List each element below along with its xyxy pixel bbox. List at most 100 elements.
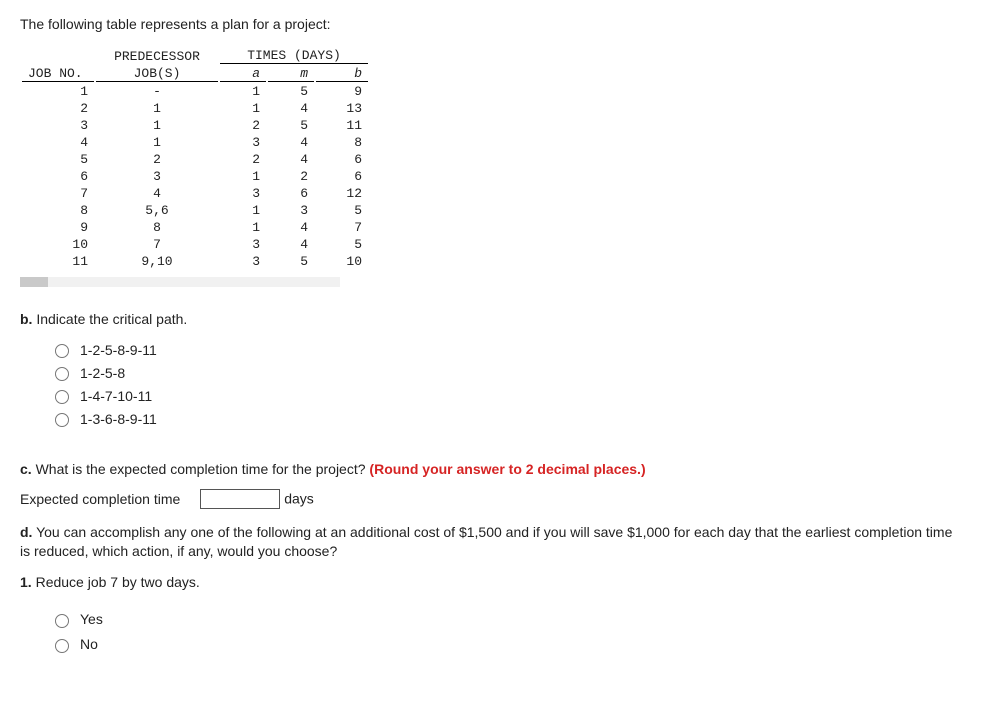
- cell-a: 1: [220, 203, 266, 218]
- part-d-options: Yes No: [50, 610, 964, 654]
- option-no-label: No: [80, 635, 98, 654]
- cell-m: 4: [268, 237, 314, 252]
- cell-pred: 1: [96, 118, 218, 133]
- cell-m: 5: [268, 84, 314, 99]
- cell-job: 9: [22, 220, 94, 235]
- part-d-sub-text: Reduce job 7 by two days.: [32, 574, 200, 590]
- cell-job: 6: [22, 169, 94, 184]
- part-d-sub-label: 1.: [20, 574, 32, 590]
- cell-a: 2: [220, 152, 266, 167]
- table-row: 743612: [22, 186, 368, 201]
- cell-a: 1: [220, 169, 266, 184]
- header-times: TIMES (DAYS): [220, 48, 368, 64]
- cell-job: 5: [22, 152, 94, 167]
- expected-completion-label: Expected completion time: [20, 491, 180, 507]
- part-c: c. What is the expected completion time …: [20, 461, 964, 509]
- cell-pred: 2: [96, 152, 218, 167]
- critical-path-radio[interactable]: [55, 344, 69, 358]
- cell-m: 4: [268, 220, 314, 235]
- cell-pred: 7: [96, 237, 218, 252]
- option-yes-label: Yes: [80, 610, 103, 629]
- header-b: b: [316, 66, 368, 82]
- critical-path-option-label: 1-2-5-8-9-11: [80, 342, 157, 358]
- cell-job: 10: [22, 237, 94, 252]
- option-yes-radio[interactable]: [55, 614, 69, 628]
- cell-a: 3: [220, 254, 266, 269]
- cell-a: 3: [220, 135, 266, 150]
- cell-job: 3: [22, 118, 94, 133]
- option-no-radio[interactable]: [55, 639, 69, 653]
- part-d: d. You can accomplish any one of the fol…: [20, 523, 964, 653]
- cell-m: 4: [268, 152, 314, 167]
- cell-a: 1: [220, 220, 266, 235]
- table-row: 52246: [22, 152, 368, 167]
- critical-path-radio[interactable]: [55, 390, 69, 404]
- cell-b: 10: [316, 254, 368, 269]
- cell-job: 8: [22, 203, 94, 218]
- scrollbar-thumb[interactable]: [20, 277, 48, 287]
- cell-m: 4: [268, 135, 314, 150]
- project-plan-table: PREDECESSOR TIMES (DAYS) JOB NO. JOB(S) …: [20, 46, 370, 271]
- cell-m: 4: [268, 101, 314, 116]
- critical-path-radio[interactable]: [55, 413, 69, 427]
- part-c-note: (Round your answer to 2 decimal places.): [369, 461, 645, 477]
- cell-pred: 1: [96, 101, 218, 116]
- part-c-label: c.: [20, 461, 32, 477]
- intro-text: The following table represents a plan fo…: [20, 16, 964, 32]
- cell-job: 4: [22, 135, 94, 150]
- cell-job: 2: [22, 101, 94, 116]
- cell-b: 6: [316, 152, 368, 167]
- cell-a: 3: [220, 237, 266, 252]
- header-m: m: [268, 66, 314, 82]
- table-row: 85,6135: [22, 203, 368, 218]
- table-row: 312511: [22, 118, 368, 133]
- cell-pred: 9,10: [96, 254, 218, 269]
- cell-pred: 4: [96, 186, 218, 201]
- cell-m: 3: [268, 203, 314, 218]
- cell-b: 13: [316, 101, 368, 116]
- table-row: 41348: [22, 135, 368, 150]
- part-d-text: You can accomplish any one of the follow…: [20, 524, 952, 559]
- cell-pred: 8: [96, 220, 218, 235]
- table-row: 98147: [22, 220, 368, 235]
- cell-a: 1: [220, 84, 266, 99]
- table-row: 1-159: [22, 84, 368, 99]
- part-b: b. Indicate the critical path. 1-2-5-8-9…: [20, 311, 964, 427]
- cell-pred: 1: [96, 135, 218, 150]
- header-a: a: [220, 66, 266, 82]
- cell-b: 9: [316, 84, 368, 99]
- cell-b: 5: [316, 237, 368, 252]
- cell-job: 1: [22, 84, 94, 99]
- horizontal-scrollbar[interactable]: [20, 277, 340, 287]
- critical-path-option-label: 1-4-7-10-11: [80, 388, 152, 404]
- cell-b: 11: [316, 118, 368, 133]
- table-row: 107345: [22, 237, 368, 252]
- header-jobs: JOB(S): [96, 66, 218, 82]
- cell-pred: 3: [96, 169, 218, 184]
- table-row: 211413: [22, 101, 368, 116]
- cell-a: 1: [220, 101, 266, 116]
- cell-b: 7: [316, 220, 368, 235]
- cell-pred: -: [96, 84, 218, 99]
- cell-m: 2: [268, 169, 314, 184]
- cell-b: 12: [316, 186, 368, 201]
- cell-pred: 5,6: [96, 203, 218, 218]
- cell-b: 5: [316, 203, 368, 218]
- header-jobno: JOB NO.: [22, 66, 94, 82]
- cell-job: 11: [22, 254, 94, 269]
- cell-job: 7: [22, 186, 94, 201]
- expected-completion-input[interactable]: [200, 489, 280, 509]
- cell-m: 6: [268, 186, 314, 201]
- cell-m: 5: [268, 254, 314, 269]
- part-c-text: What is the expected completion time for…: [32, 461, 370, 477]
- cell-a: 2: [220, 118, 266, 133]
- cell-b: 8: [316, 135, 368, 150]
- cell-a: 3: [220, 186, 266, 201]
- expected-completion-unit: days: [284, 491, 314, 507]
- critical-path-option-label: 1-3-6-8-9-11: [80, 411, 157, 427]
- cell-m: 5: [268, 118, 314, 133]
- critical-path-radio[interactable]: [55, 367, 69, 381]
- header-predecessor: PREDECESSOR: [96, 48, 218, 64]
- cell-b: 6: [316, 169, 368, 184]
- critical-path-option-label: 1-2-5-8: [80, 365, 125, 381]
